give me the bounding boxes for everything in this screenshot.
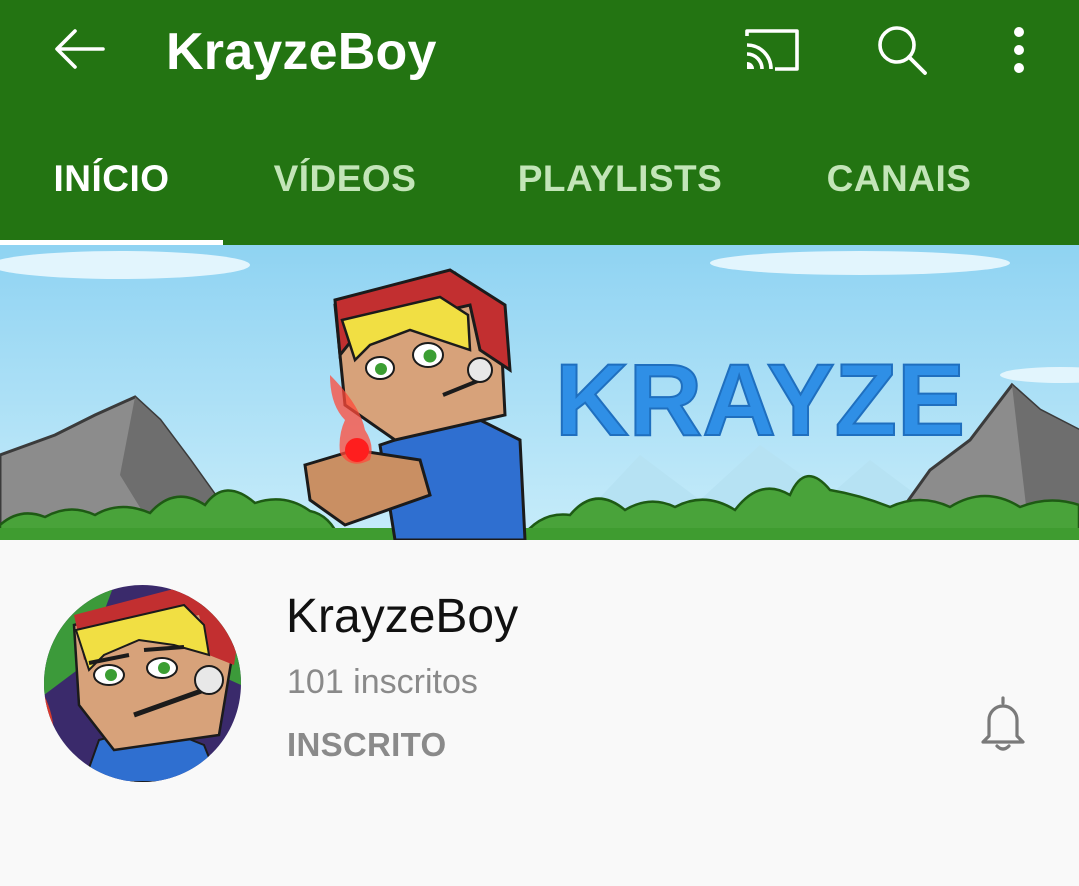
toolbar: KrayzeBoy xyxy=(0,0,1079,110)
arrow-left-icon xyxy=(55,29,105,69)
subscribed-button[interactable]: INSCRITO xyxy=(287,725,446,765)
more-options-button[interactable] xyxy=(983,14,1055,86)
tab-videos[interactable]: VÍDEOS xyxy=(236,120,454,245)
tab-bar: INÍCIO VÍDEOS PLAYLISTS CANAIS xyxy=(0,120,1079,245)
search-icon xyxy=(878,26,927,75)
bell-icon xyxy=(981,696,1025,751)
notification-bell-button[interactable] xyxy=(970,690,1036,756)
channel-banner: KRAYZE xyxy=(0,245,1079,540)
banner-art: KRAYZE xyxy=(0,245,1079,540)
tab-playlists[interactable]: PLAYLISTS xyxy=(500,120,740,245)
page-title: KrayzeBoy xyxy=(166,23,437,81)
search-button[interactable] xyxy=(866,14,938,86)
avatar[interactable] xyxy=(44,585,241,782)
tab-canais[interactable]: CANAIS xyxy=(800,120,998,245)
channel-avatar-art xyxy=(44,585,241,782)
channel-header: KrayzeBoy 101 inscritos INSCRITO xyxy=(0,540,1079,886)
channel-name: KrayzeBoy xyxy=(286,590,519,643)
app-bar: KrayzeBoy INÍCIO VÍDEOS PLAYLISTS CANAIS xyxy=(0,0,1079,245)
back-button[interactable] xyxy=(44,14,114,84)
cast-icon xyxy=(745,29,799,71)
banner-title: KRAYZE xyxy=(555,343,965,457)
tab-inicio[interactable]: INÍCIO xyxy=(0,120,223,245)
cast-button[interactable] xyxy=(735,14,807,86)
subscriber-count: 101 inscritos xyxy=(287,663,478,701)
more-vert-icon xyxy=(1014,27,1024,73)
